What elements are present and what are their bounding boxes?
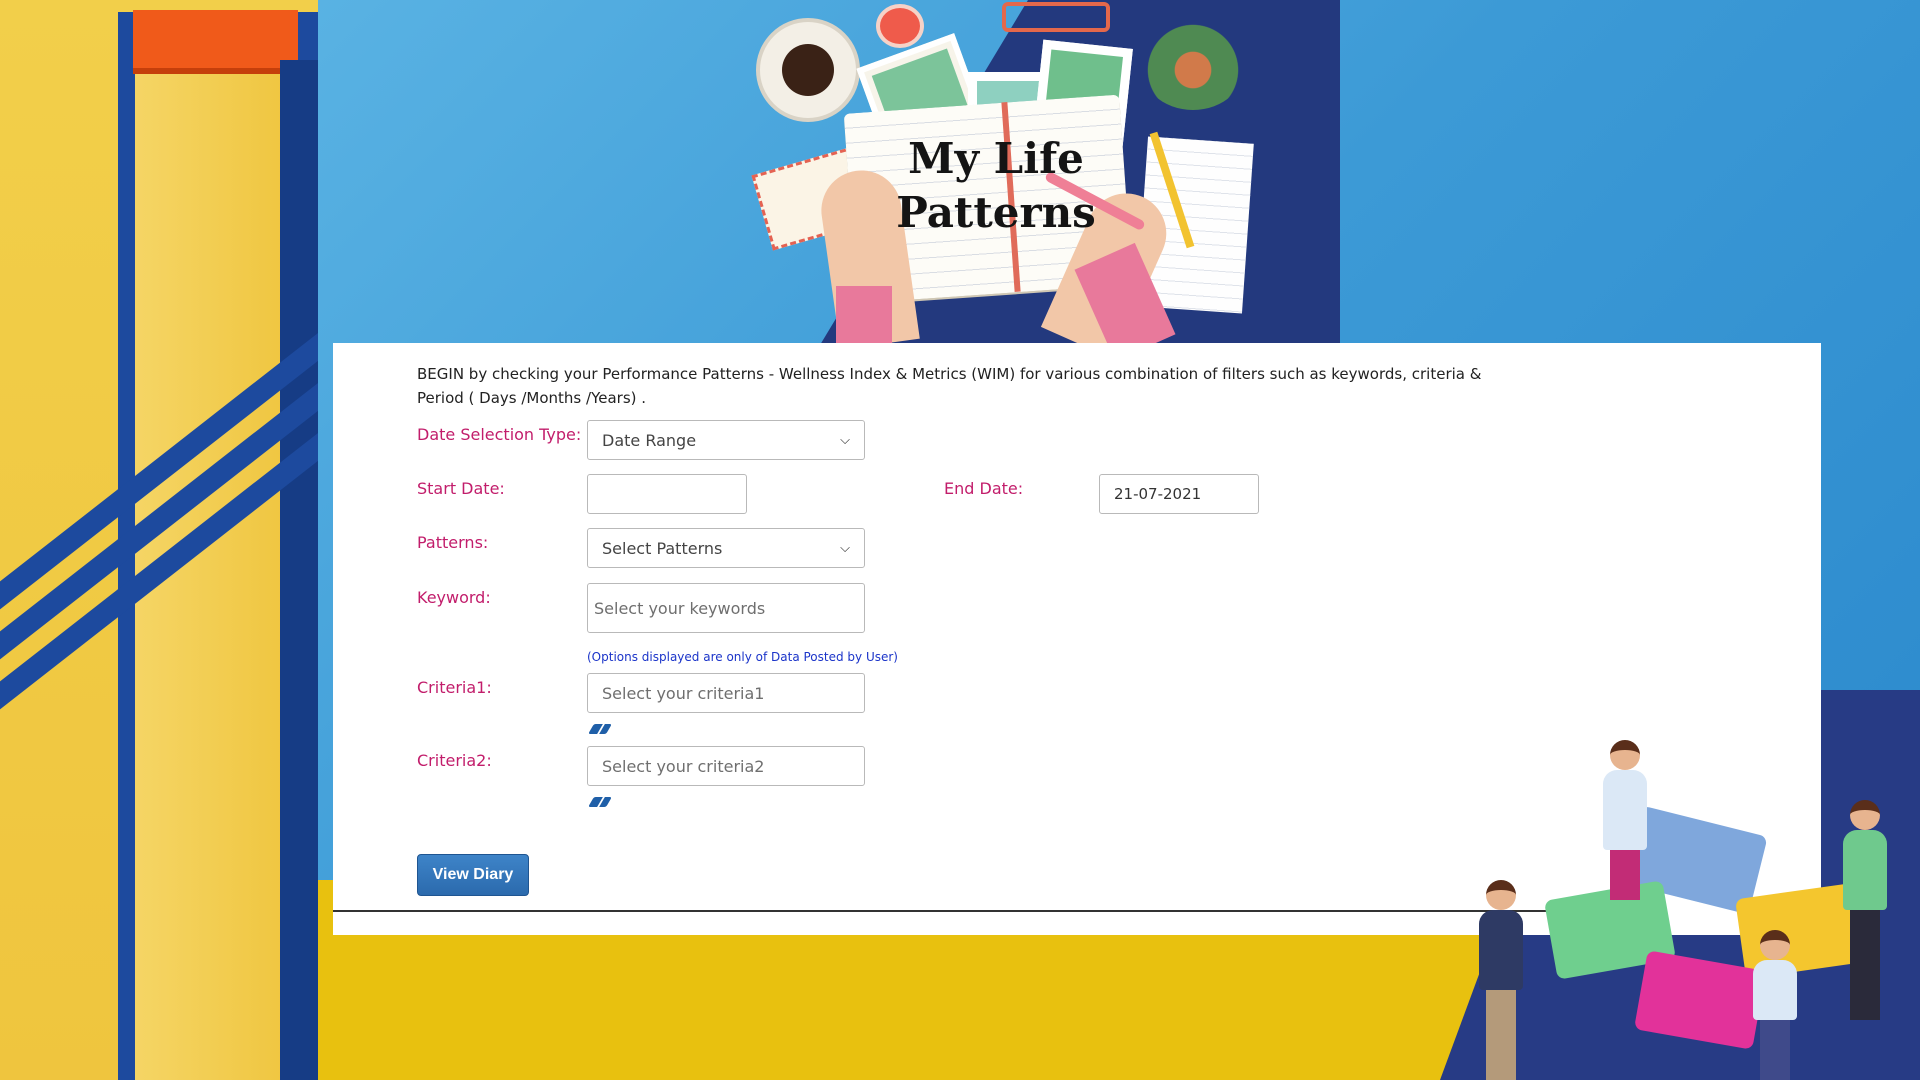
intro-line-1: BEGIN by checking your Performance Patte… bbox=[417, 365, 1482, 383]
criteria2-label: Criteria2: bbox=[417, 751, 492, 770]
pillar-cap bbox=[133, 10, 298, 74]
patterns-label: Patterns: bbox=[417, 533, 489, 552]
date-selection-type-value: Date Range bbox=[602, 430, 697, 450]
page-title-line2: Patterns bbox=[896, 188, 1096, 237]
criteria2-input[interactable]: Select your criteria2 bbox=[587, 746, 865, 786]
end-date-input[interactable]: 21-07-2021 bbox=[1099, 474, 1259, 514]
criteria2-placeholder: Select your criteria2 bbox=[602, 756, 765, 776]
criteria1-label: Criteria1: bbox=[417, 678, 492, 697]
chevron-down-icon: ⌵ bbox=[840, 432, 850, 448]
person-figure bbox=[1753, 930, 1797, 1080]
end-date-label: End Date: bbox=[944, 479, 1024, 498]
keyword-placeholder: Select your keywords bbox=[594, 598, 766, 618]
background-left-panel bbox=[0, 0, 318, 1080]
view-diary-button[interactable]: View Diary bbox=[417, 854, 529, 896]
eraser-icon[interactable] bbox=[588, 797, 612, 807]
divider-line bbox=[333, 910, 1553, 912]
criteria1-placeholder: Select your criteria1 bbox=[602, 683, 765, 703]
date-selection-type-label: Date Selection Type: bbox=[417, 425, 582, 444]
candle-icon bbox=[876, 4, 924, 48]
person-figure bbox=[1479, 880, 1523, 1080]
plant-icon bbox=[1138, 10, 1248, 110]
intro-text: BEGIN by checking your Performance Patte… bbox=[417, 362, 1567, 410]
eraser-icon[interactable] bbox=[588, 724, 612, 734]
page-title-line1: My Life bbox=[908, 134, 1084, 183]
chevron-down-icon: ⌵ bbox=[840, 540, 850, 556]
intro-line-2: Period ( Days /Months /Years) . bbox=[417, 389, 647, 407]
end-date-value: 21-07-2021 bbox=[1114, 485, 1202, 503]
keyword-label: Keyword: bbox=[417, 588, 491, 607]
person-figure bbox=[1843, 800, 1887, 1020]
page-title: My Life Patterns bbox=[876, 132, 1116, 240]
keyword-input[interactable]: Select your keywords bbox=[587, 583, 865, 633]
person-figure bbox=[1603, 740, 1647, 900]
coffee-cup-icon bbox=[756, 18, 860, 122]
patterns-value: Select Patterns bbox=[602, 538, 723, 558]
criteria1-input[interactable]: Select your criteria1 bbox=[587, 673, 865, 713]
patterns-select[interactable]: Select Patterns ⌵ bbox=[587, 528, 865, 568]
date-selection-type-select[interactable]: Date Range ⌵ bbox=[587, 420, 865, 460]
pillar-shade bbox=[280, 60, 318, 1080]
team-puzzle-illustration bbox=[1470, 730, 1920, 1080]
glasses-icon bbox=[1002, 2, 1110, 32]
options-hint: (Options displayed are only of Data Post… bbox=[587, 650, 898, 664]
start-date-input[interactable] bbox=[587, 474, 747, 514]
start-date-label: Start Date: bbox=[417, 479, 505, 498]
